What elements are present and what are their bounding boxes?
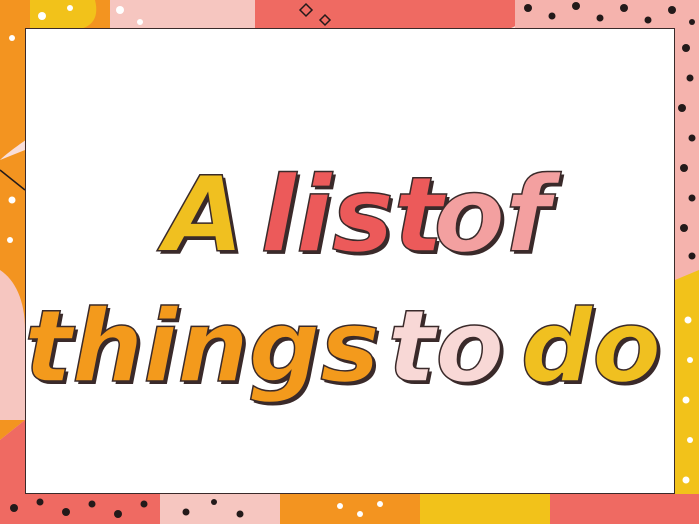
title-card: A A list list of of things things to to … bbox=[25, 28, 675, 494]
title-word-a: A bbox=[157, 154, 245, 276]
title-word-do: do bbox=[521, 288, 661, 405]
title-word-list: list bbox=[261, 154, 447, 276]
slide-canvas: A A list list of of things things to to … bbox=[0, 0, 699, 524]
title-word-to: to bbox=[388, 288, 505, 405]
title-lettering: A A list list of of things things to to … bbox=[26, 153, 664, 408]
title-line-2: things things to to do do bbox=[26, 287, 664, 408]
title-word-of: of bbox=[434, 154, 562, 276]
title-word-things: things bbox=[26, 288, 380, 405]
title-line-1: A A list list of of bbox=[156, 153, 565, 279]
